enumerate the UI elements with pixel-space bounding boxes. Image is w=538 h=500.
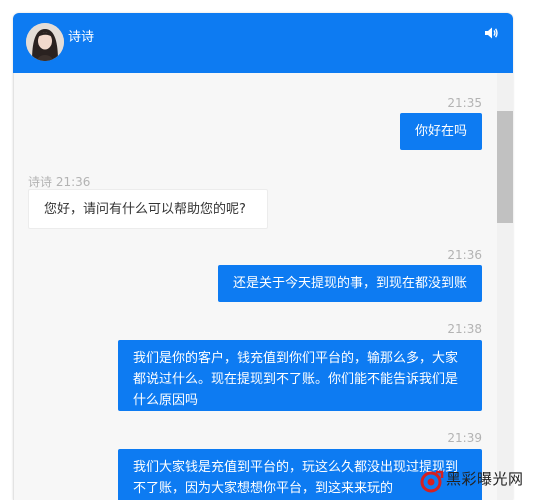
watermark-text: 黑彩曝光网 (446, 470, 524, 488)
watermark: 黑彩曝光网 (420, 465, 538, 497)
outgoing-message: 你好在吗 (400, 113, 482, 150)
chat-header: 诗诗 (13, 13, 513, 73)
incoming-message: 您好，请问有什么可以帮助您的呢? (28, 189, 268, 229)
message-time: 21:39 (447, 431, 482, 445)
avatar[interactable] (26, 23, 64, 61)
message-sender-time: 诗诗 21:36 (28, 175, 91, 189)
chat-window: 诗诗 21:35 你好在吗 诗诗 21:36 您好，请问有什么可以帮助您的呢? … (13, 13, 513, 500)
scrollbar[interactable] (497, 73, 513, 500)
message-time: 21:38 (447, 322, 482, 336)
message-time: 21:35 (447, 96, 482, 110)
scrollbar-thumb[interactable] (497, 111, 513, 223)
outgoing-message: 还是关于今天提现的事，到现在都没到账 (218, 265, 482, 302)
message-list[interactable]: 21:35 你好在吗 诗诗 21:36 您好，请问有什么可以帮助您的呢? 21:… (13, 73, 513, 500)
contact-name: 诗诗 (68, 30, 95, 45)
volume-icon[interactable] (483, 25, 499, 41)
watermark-logo-icon (420, 470, 444, 493)
message-time: 21:36 (447, 248, 482, 262)
outgoing-message: 我们是你的客户，钱充值到你们平台的，输那么多，大家都说过什么。现在提现到不了账。… (118, 340, 482, 411)
